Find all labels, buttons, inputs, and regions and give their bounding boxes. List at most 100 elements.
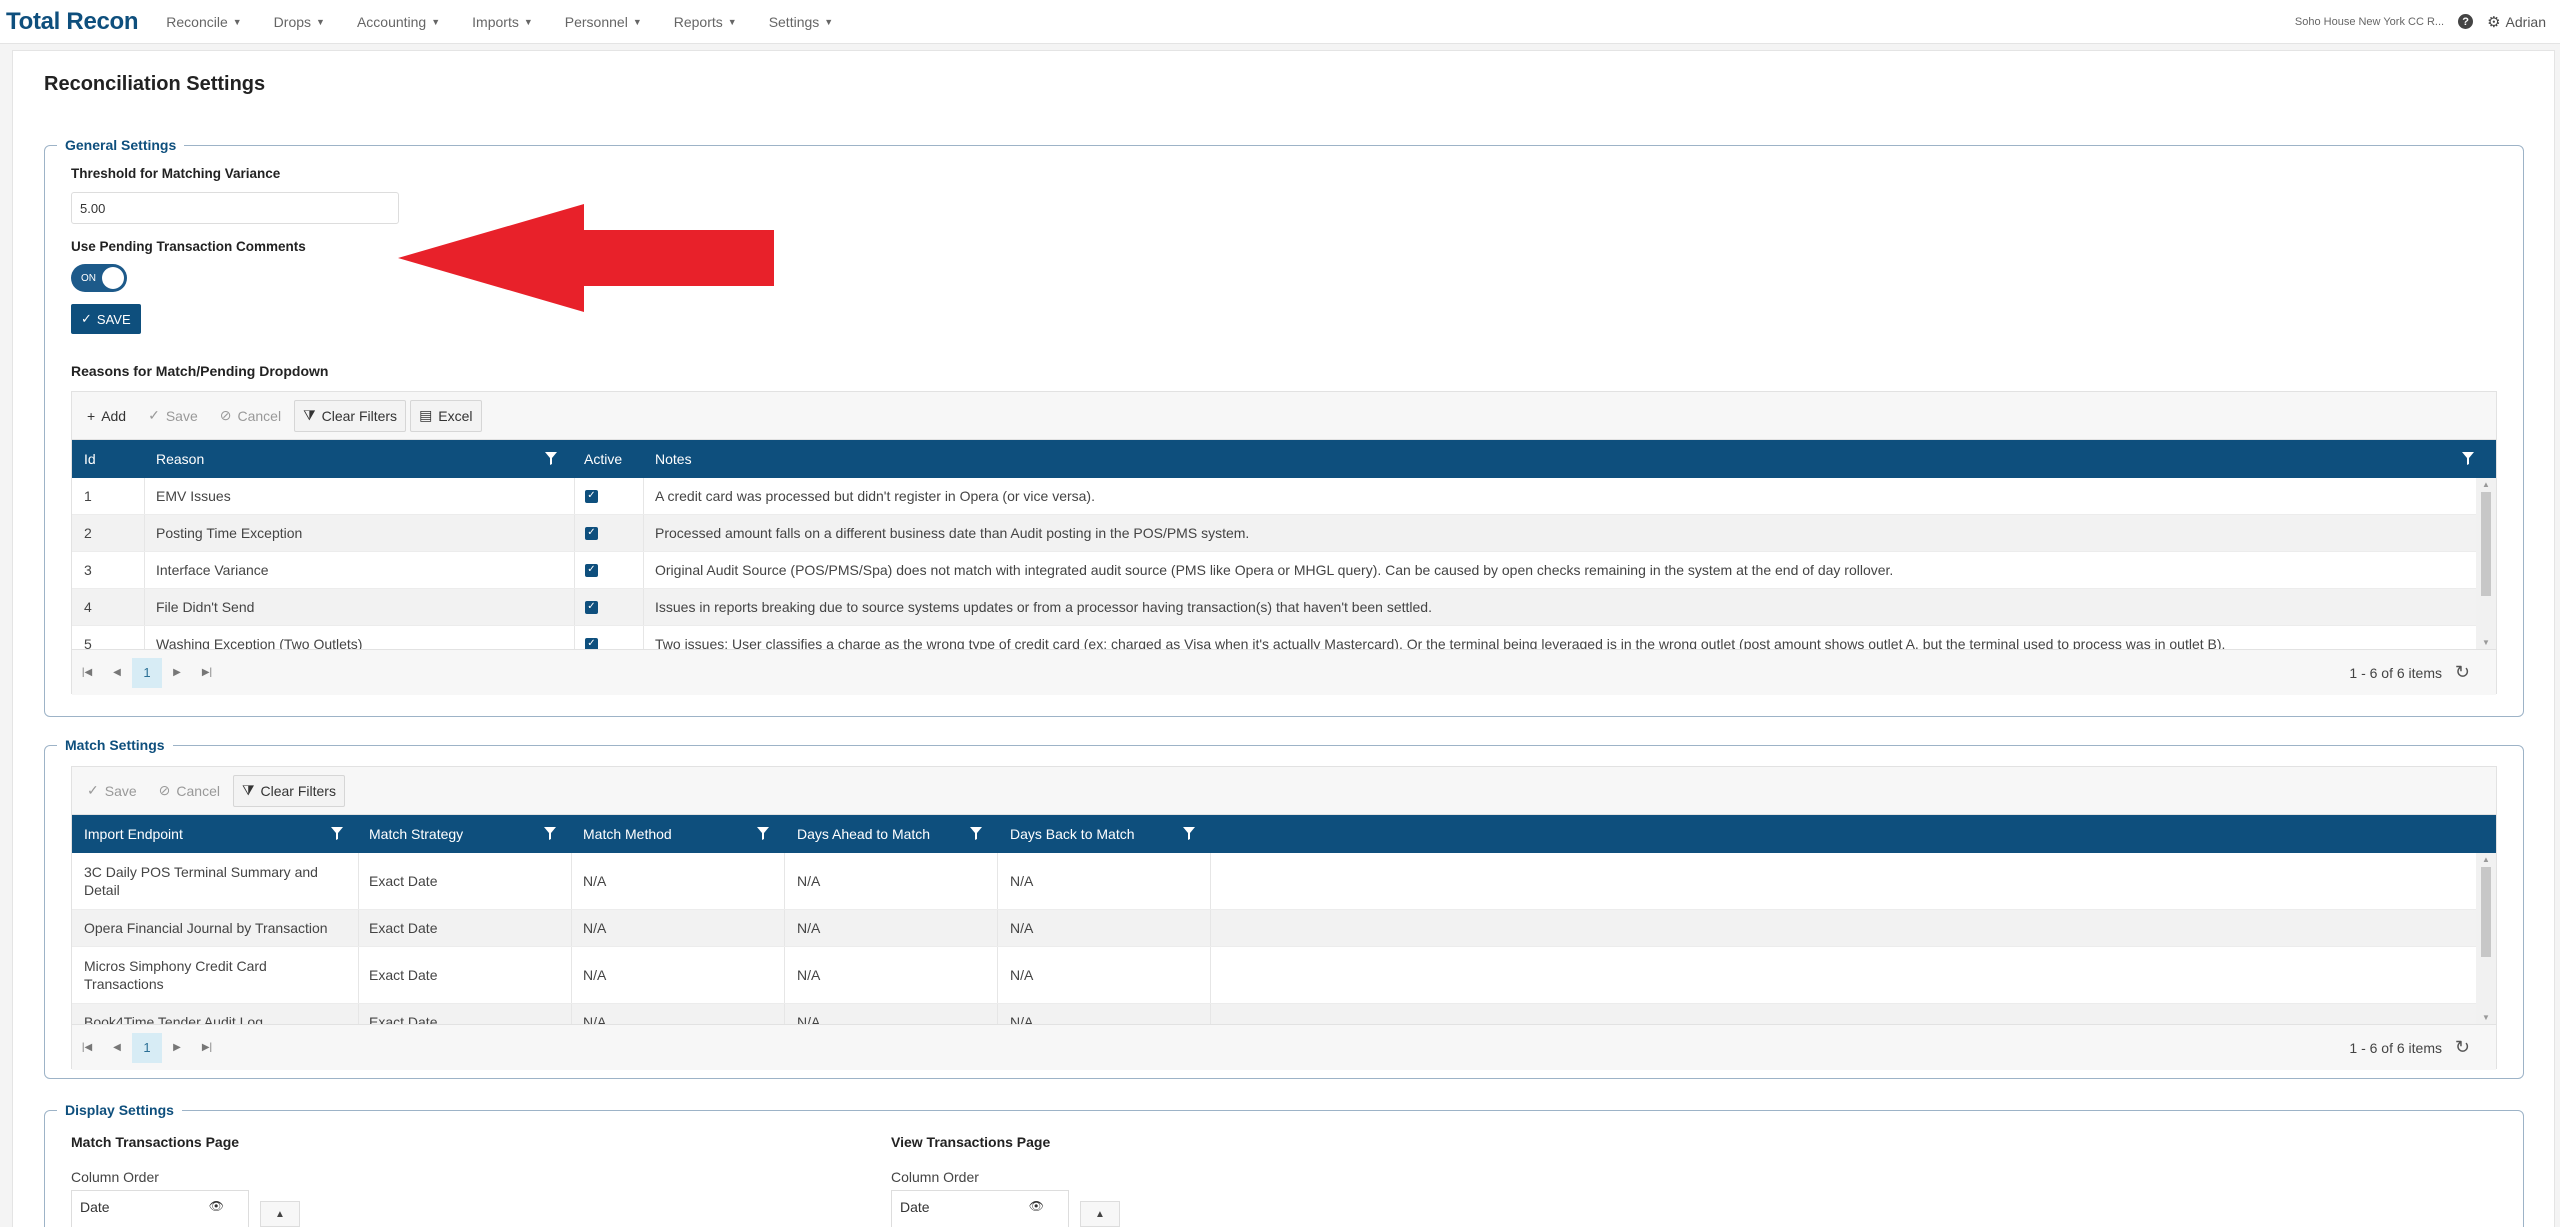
add-button[interactable]: + Add: [78, 400, 135, 432]
save-general-button[interactable]: ✓ SAVE: [71, 304, 141, 334]
filter-icon[interactable]: [545, 452, 557, 465]
vertical-scrollbar[interactable]: ▲ ▼: [2476, 478, 2496, 649]
col-header-strategy[interactable]: Match Strategy: [369, 815, 463, 853]
table-row[interactable]: 3C Daily POS Terminal Summary and Detail…: [72, 853, 2476, 910]
clear-filters-button[interactable]: ⧩ Clear Filters: [232, 774, 345, 807]
cell-notes: Processed amount falls on a different bu…: [655, 525, 1250, 541]
table-row[interactable]: 1 EMV Issues ✓ A credit card was process…: [72, 478, 2476, 515]
help-icon[interactable]: ?: [2458, 14, 2474, 29]
pending-comments-toggle[interactable]: ON: [71, 264, 127, 292]
caret-down-icon: ▼: [431, 16, 441, 27]
filter-icon[interactable]: [331, 827, 343, 840]
next-page-icon[interactable]: ▶: [162, 667, 192, 678]
menu-accounting[interactable]: Accounting ▼: [357, 14, 440, 30]
excel-button[interactable]: ▤ Excel: [410, 399, 482, 432]
cell-back: N/A: [1010, 920, 1034, 936]
section-legend: Match Settings: [57, 737, 173, 753]
col-header-notes[interactable]: Notes: [655, 440, 692, 478]
cell-ahead: N/A: [797, 967, 821, 983]
grid-save-button[interactable]: ✓ Save: [78, 775, 146, 807]
col-header-method[interactable]: Match Method: [583, 815, 672, 853]
col-header-ahead[interactable]: Days Ahead to Match: [797, 815, 930, 853]
list-item[interactable]: Date: [80, 1199, 110, 1215]
table-row[interactable]: 2 Posting Time Exception ✓ Processed amo…: [72, 515, 2476, 552]
table-row[interactable]: Book4Time Tender Audit Log Exact Date N/…: [72, 1004, 2476, 1024]
eye-icon[interactable]: 👁: [209, 1199, 224, 1213]
list-item[interactable]: Date: [900, 1199, 930, 1215]
move-up-button[interactable]: ▲: [260, 1201, 300, 1227]
clear-filters-button[interactable]: ⧩ Clear Filters: [294, 399, 407, 432]
prev-page-icon[interactable]: ◀: [102, 1042, 132, 1053]
move-up-button[interactable]: ▲: [1080, 1201, 1120, 1227]
scroll-thumb[interactable]: [2481, 867, 2491, 957]
filter-icon[interactable]: [970, 827, 982, 840]
table-row[interactable]: Opera Financial Journal by Transaction E…: [72, 910, 2476, 947]
refresh-icon[interactable]: ↻: [2455, 662, 2470, 683]
threshold-input[interactable]: [71, 192, 399, 224]
table-row[interactable]: Micros Simphony Credit Card Transactions…: [72, 947, 2476, 1004]
menu-settings[interactable]: Settings ▼: [769, 14, 834, 30]
user-menu[interactable]: ⚙ Adrian: [2487, 13, 2546, 31]
cell-notes: A credit card was processed but didn't r…: [655, 488, 1095, 504]
column-order-list[interactable]: Date 👁: [891, 1190, 1069, 1227]
grid-body: 1 EMV Issues ✓ A credit card was process…: [72, 478, 2496, 649]
save-label: Save: [165, 407, 198, 424]
first-page-icon[interactable]: |◀: [72, 1042, 102, 1053]
scroll-down-icon[interactable]: ▼: [2482, 638, 2490, 647]
menu-drops[interactable]: Drops ▼: [274, 14, 325, 30]
cell-reason: Posting Time Exception: [156, 525, 303, 541]
active-checkbox[interactable]: ✓: [585, 489, 598, 503]
filter-icon[interactable]: [757, 827, 769, 840]
active-checkbox[interactable]: ✓: [585, 526, 598, 540]
col-header-id[interactable]: Id: [84, 440, 96, 478]
cell-method: N/A: [583, 967, 607, 983]
column-divider: [1210, 1004, 1211, 1024]
menu-reconcile[interactable]: Reconcile ▼: [166, 14, 241, 30]
page-number[interactable]: 1: [132, 1032, 162, 1063]
grid-toolbar: ✓ Save ⊘ Cancel ⧩ Clear Filters: [72, 767, 2496, 815]
section-legend: General Settings: [57, 137, 185, 153]
grid-save-button[interactable]: ✓ Save: [139, 400, 207, 432]
table-row[interactable]: 4 File Didn't Send ✓ Issues in reports b…: [72, 589, 2476, 626]
refresh-icon[interactable]: ↻: [2455, 1037, 2470, 1058]
table-row[interactable]: 5 Washing Exception (Two Outlets) ✓ Two …: [72, 626, 2476, 649]
active-checkbox[interactable]: ✓: [585, 600, 598, 614]
filter-icon[interactable]: [544, 827, 556, 840]
filter-icon[interactable]: [2462, 452, 2474, 465]
match-settings-section: Match Settings ✓ Save ⊘ Cancel ⧩ Clear Filt…: [44, 737, 2524, 1079]
page-number[interactable]: 1: [132, 657, 162, 688]
first-page-icon[interactable]: |◀: [72, 667, 102, 678]
active-checkbox[interactable]: ✓: [585, 563, 598, 577]
col-header-back[interactable]: Days Back to Match: [1010, 815, 1135, 853]
last-page-icon[interactable]: ▶|: [192, 667, 222, 678]
menu-imports[interactable]: Imports ▼: [472, 14, 533, 30]
last-page-icon[interactable]: ▶|: [192, 1042, 222, 1053]
scroll-thumb[interactable]: [2481, 492, 2491, 596]
menu-personnel[interactable]: Personnel ▼: [565, 14, 642, 30]
vertical-scrollbar[interactable]: ▲ ▼: [2476, 853, 2496, 1024]
column-order-list[interactable]: Date 👁: [71, 1190, 249, 1227]
save-label: SAVE: [96, 311, 131, 327]
cell-reason: File Didn't Send: [156, 599, 255, 615]
caret-down-icon: ▼: [316, 16, 325, 27]
next-page-icon[interactable]: ▶: [162, 1042, 192, 1053]
column-divider: [1210, 853, 1211, 909]
active-checkbox[interactable]: ✓: [585, 637, 598, 649]
scroll-up-icon[interactable]: ▲: [2482, 855, 2490, 864]
scroll-down-icon[interactable]: ▼: [2482, 1013, 2490, 1022]
grid-cancel-button[interactable]: ⊘ Cancel: [211, 400, 290, 432]
table-row[interactable]: 3 Interface Variance ✓ Original Audit So…: [72, 552, 2476, 589]
col-header-endpoint[interactable]: Import Endpoint: [84, 815, 183, 853]
filter-icon[interactable]: [1183, 827, 1195, 840]
col-header-active[interactable]: Active: [584, 440, 622, 478]
brand-logo[interactable]: Total Recon: [6, 8, 139, 36]
prev-page-icon[interactable]: ◀: [102, 667, 132, 678]
clear-filters-label: Clear Filters: [260, 782, 336, 799]
col-header-reason[interactable]: Reason: [156, 440, 204, 478]
scroll-up-icon[interactable]: ▲: [2482, 480, 2490, 489]
menu-reports[interactable]: Reports ▼: [674, 14, 737, 30]
grid-cancel-button[interactable]: ⊘ Cancel: [150, 775, 229, 807]
cell-endpoint: 3C Daily POS Terminal Summary and Detail: [84, 864, 318, 898]
eye-icon[interactable]: 👁: [1029, 1199, 1044, 1213]
location-selector[interactable]: Soho House New York CC R...: [2295, 16, 2444, 28]
